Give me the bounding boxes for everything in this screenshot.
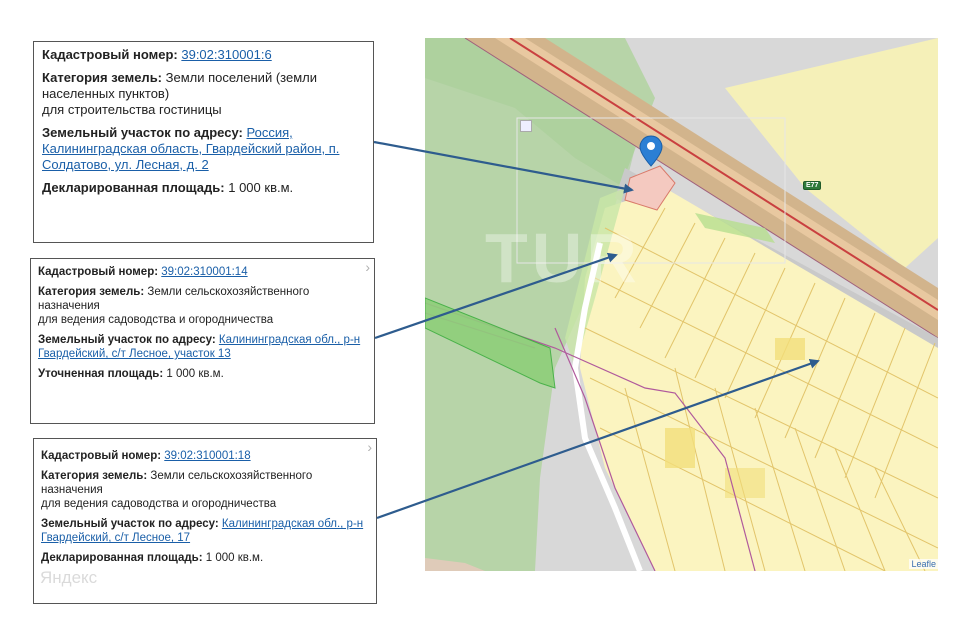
cadastral-number-link[interactable]: 39:02:310001:6: [181, 47, 271, 62]
close-icon[interactable]: ›: [367, 440, 372, 454]
category-label: Категория земель:: [41, 470, 148, 482]
address-label: Земельный участок по адресу:: [42, 125, 243, 140]
area-label: Декларированная площадь:: [42, 180, 225, 195]
map-canvas[interactable]: [425, 38, 938, 571]
cadastral-row: Кадастровый номер: 39:02:310001:18: [41, 449, 369, 463]
category-row: Категория земель: Земли сельскохозяйстве…: [38, 285, 367, 327]
map-watermark: TUR: [485, 219, 641, 297]
parcel-highlight: [725, 468, 765, 498]
watermark-bottom: Яндекс: [40, 568, 98, 587]
category-label: Категория земель:: [42, 70, 163, 85]
cadastral-row: Кадастровый номер: 39:02:310001:6: [42, 47, 365, 63]
address-row: Земельный участок по адресу: Калининград…: [38, 333, 367, 361]
parcel-card-6: Кадастровый номер: 39:02:310001:6 Катего…: [33, 41, 374, 243]
broken-image-icon: [520, 120, 532, 132]
area-row: Декларированная площадь: 1 000 кв.м.: [41, 551, 369, 565]
cadastral-number-link[interactable]: 39:02:310001:14: [161, 266, 247, 278]
cadastral-number-link[interactable]: 39:02:310001:18: [164, 450, 250, 462]
cadastral-label: Кадастровый номер:: [41, 450, 162, 462]
category-row: Категория земель: Земли сельскохозяйстве…: [41, 469, 369, 511]
purpose-value: для строительства гостиницы: [42, 102, 222, 117]
area-row: Уточненная площадь: 1 000 кв.м.: [38, 367, 367, 381]
purpose-value: для ведения садоводства и огородничества: [41, 498, 277, 510]
cadastral-map[interactable]: TUR E77 Leafle: [425, 38, 938, 571]
category-label: Категория земель:: [38, 286, 145, 298]
area-value: 1 000 кв.м.: [166, 368, 224, 380]
parcel-highlight: [665, 428, 695, 468]
parcel-highlight: [775, 338, 805, 360]
address-label: Земельный участок по адресу:: [41, 518, 219, 530]
cadastral-label: Кадастровый номер:: [42, 47, 178, 62]
address-row: Земельный участок по адресу: Калининград…: [41, 517, 369, 545]
category-row: Категория земель: Земли поселений (земли…: [42, 70, 365, 118]
area-label: Декларированная площадь:: [41, 552, 203, 564]
parcel-card-14: › Кадастровый номер: 39:02:310001:14 Кат…: [30, 258, 375, 424]
purpose-value: для ведения садоводства и огородничества: [38, 314, 274, 326]
close-icon[interactable]: ›: [365, 260, 370, 274]
area-row: Декларированная площадь: 1 000 кв.м.: [42, 180, 365, 196]
area-value: 1 000 кв.м.: [228, 180, 294, 195]
area-value: 1 000 кв.м.: [205, 552, 264, 564]
address-row: Земельный участок по адресу: Россия, Кал…: [42, 125, 365, 173]
cadastral-row: Кадастровый номер: 39:02:310001:14: [38, 265, 367, 279]
area-label: Уточненная площадь:: [38, 368, 164, 380]
address-label: Земельный участок по адресу:: [38, 334, 216, 346]
leaflet-attribution-link[interactable]: Leafle: [909, 559, 938, 569]
road-label-e77: E77: [803, 181, 822, 190]
cadastral-label: Кадастровый номер:: [38, 266, 159, 278]
